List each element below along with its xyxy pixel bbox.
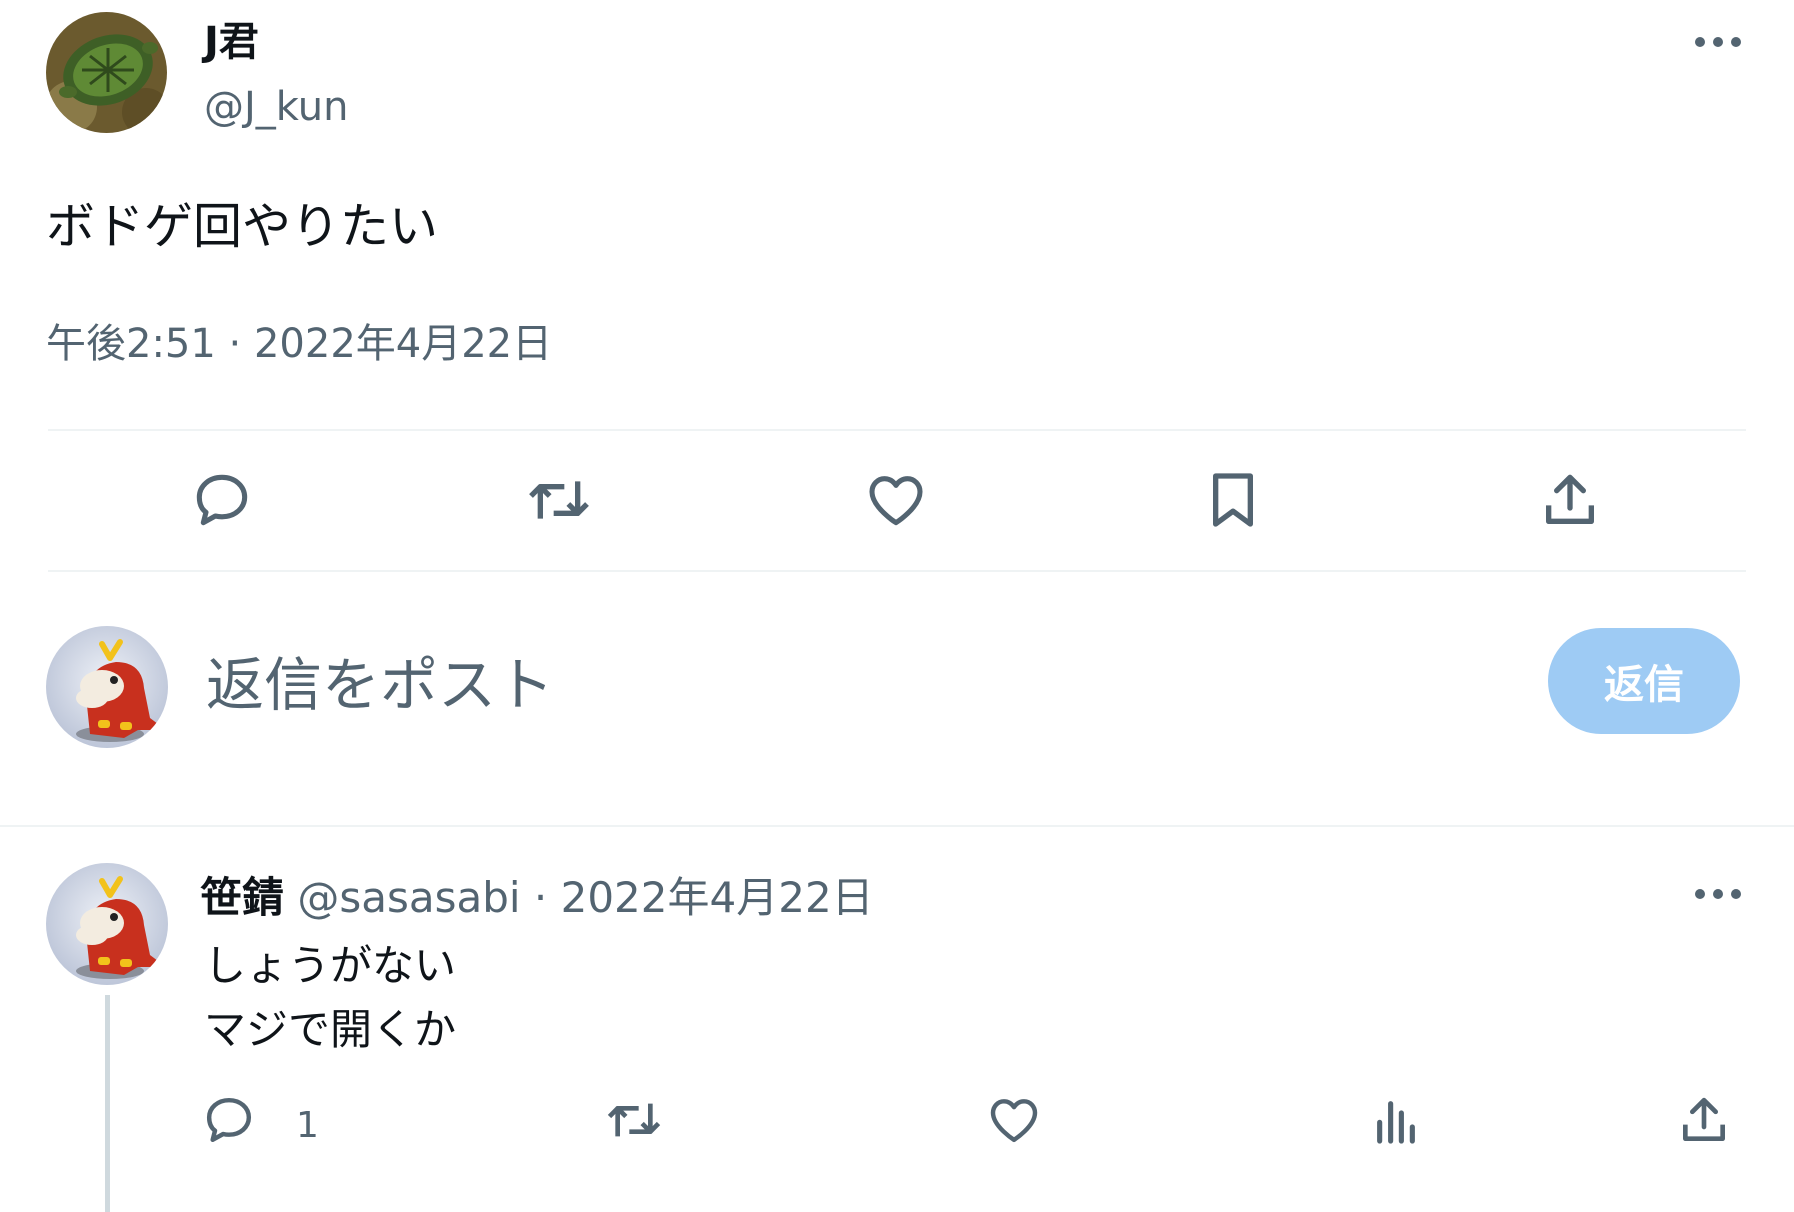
bookmark-icon: [1213, 473, 1253, 527]
author-avatar[interactable]: [46, 12, 167, 133]
reply-share-button[interactable]: [1668, 1084, 1740, 1156]
reply-text: しょうがない マジで開くか: [204, 934, 456, 1062]
reply-button[interactable]: [182, 460, 262, 540]
like-icon: [990, 1099, 1038, 1143]
reply-text-line: しょうがない: [204, 941, 457, 990]
reply-author-handle[interactable]: @sasasabi: [297, 873, 520, 922]
divider: [0, 825, 1794, 827]
author-name[interactable]: J君: [204, 18, 259, 66]
divider: [48, 429, 1746, 431]
views-icon: [1377, 1101, 1415, 1144]
reply-like-button[interactable]: [978, 1084, 1050, 1156]
reply-author-name[interactable]: 笹錆: [200, 873, 284, 922]
more-options-button[interactable]: [1690, 22, 1746, 62]
reply-more-options-button[interactable]: [1690, 874, 1746, 914]
tweet-text: ボドゲ回やりたい: [46, 198, 439, 255]
bookmark-button[interactable]: [1193, 460, 1273, 540]
author-handle[interactable]: @J_kun: [204, 82, 348, 132]
tweet-timestamp[interactable]: 午後2:51 · 2022年4月22日: [46, 316, 552, 372]
reply-views-button[interactable]: [1360, 1084, 1432, 1156]
like-button[interactable]: [856, 460, 936, 540]
reply-submit-button[interactable]: 返信: [1548, 628, 1740, 734]
repost-icon: [529, 481, 589, 519]
current-user-avatar[interactable]: [46, 626, 168, 748]
more-dots-icon: [1695, 889, 1741, 899]
reply-date[interactable]: · 2022年4月22日: [521, 873, 874, 922]
like-icon: [869, 476, 923, 526]
more-dots-icon: [1695, 37, 1741, 47]
reply-repost-button[interactable]: [598, 1084, 670, 1156]
reply-header: 笹錆 @sasasabi · 2022年4月22日: [200, 870, 874, 926]
reply-icon: [196, 474, 248, 526]
reply-input[interactable]: [206, 640, 1506, 730]
reply-count: 1: [296, 1105, 319, 1146]
share-icon: [1546, 474, 1594, 524]
share-button[interactable]: [1530, 460, 1610, 540]
reply-reply-button[interactable]: [193, 1084, 265, 1156]
reply-icon: [206, 1097, 252, 1143]
reply-text-line: マジで開くか: [204, 1005, 457, 1054]
reply-author-avatar[interactable]: [46, 863, 168, 985]
thread-line: [105, 995, 110, 1212]
repost-icon: [607, 1103, 661, 1137]
divider: [48, 570, 1746, 572]
share-icon: [1683, 1097, 1725, 1141]
repost-button[interactable]: [519, 460, 599, 540]
